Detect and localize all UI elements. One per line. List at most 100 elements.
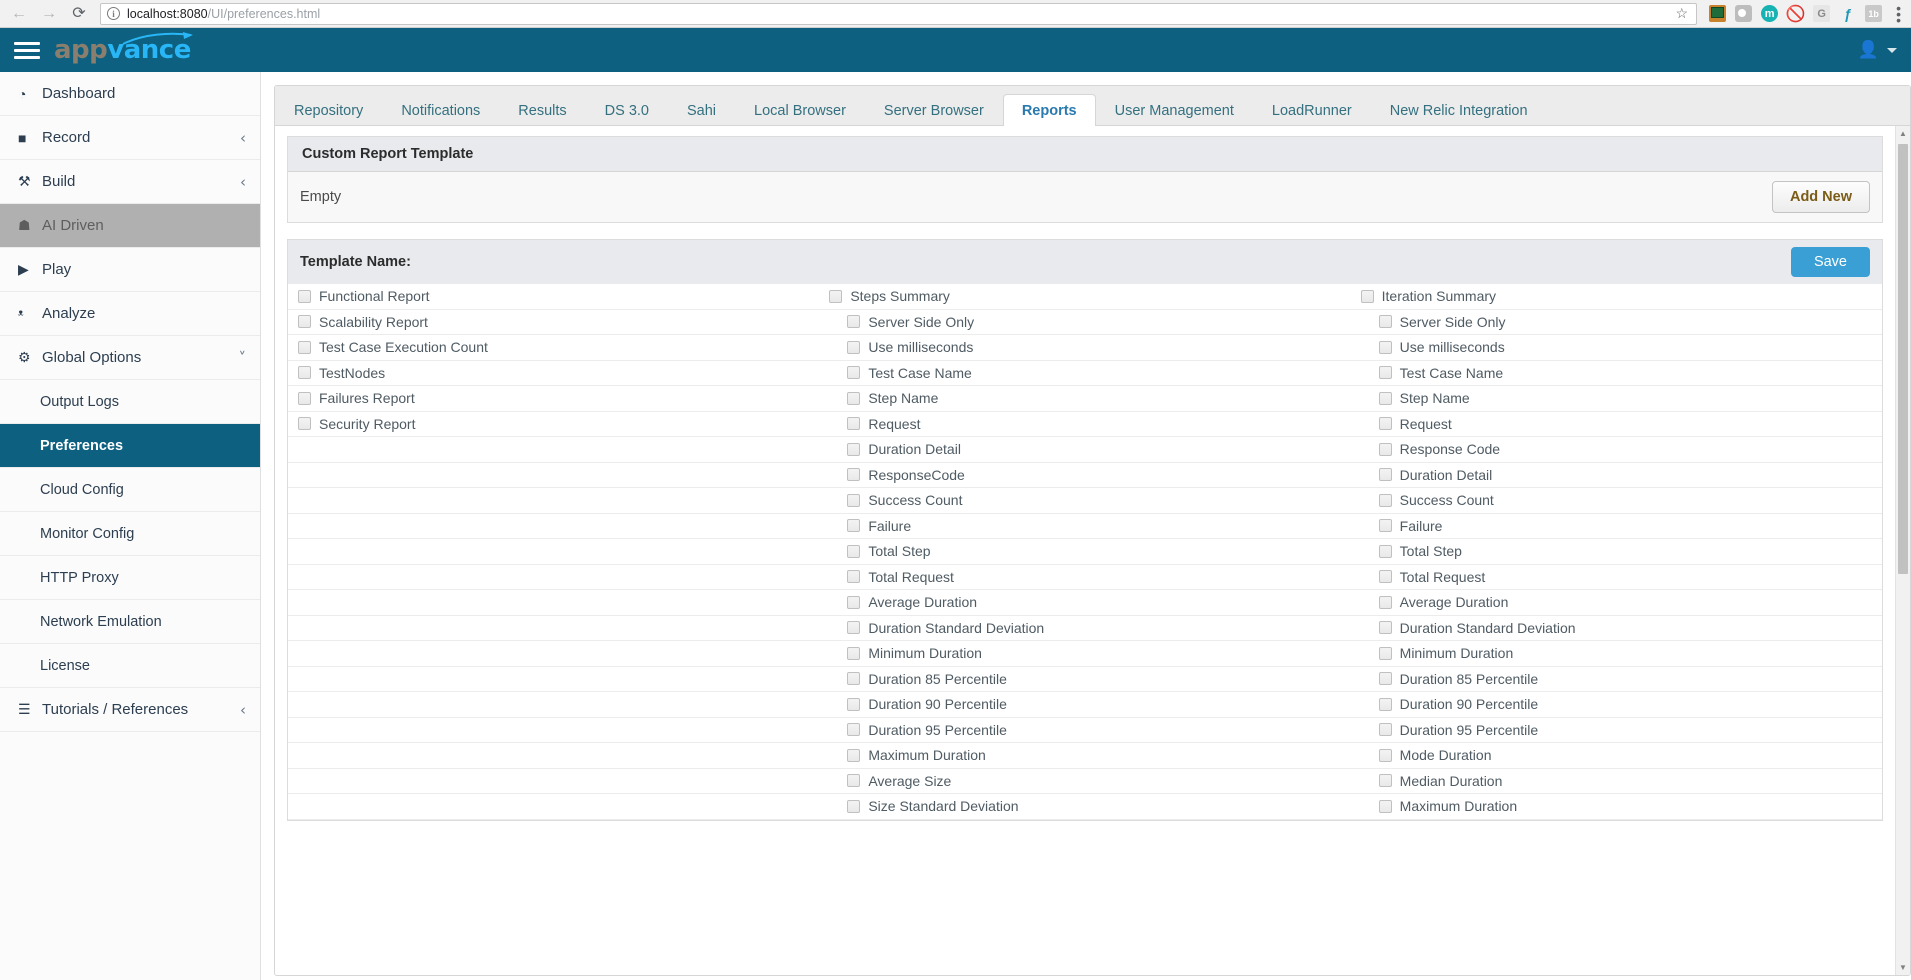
no-smoking-extension-icon[interactable]: 🚫 xyxy=(1786,5,1806,23)
checkbox-row[interactable]: Use milliseconds xyxy=(1350,335,1882,361)
checkbox-row[interactable]: Median Duration xyxy=(1350,769,1882,794)
checkbox-icon[interactable] xyxy=(1378,799,1392,813)
sidebar-item-license[interactable]: License xyxy=(0,644,260,688)
tab-sahi[interactable]: Sahi xyxy=(668,94,735,126)
checkbox-row[interactable]: Duration 90 Percentile xyxy=(819,692,1351,718)
checkbox-icon[interactable] xyxy=(829,289,843,303)
onetab-extension-icon[interactable]: 1b xyxy=(1865,5,1883,22)
checkbox-row[interactable]: Test Case Name xyxy=(819,361,1351,386)
tab-results[interactable]: Results xyxy=(499,94,585,126)
checkbox-icon[interactable] xyxy=(298,417,311,431)
scrollbar-thumb[interactable] xyxy=(1898,144,1908,574)
checkbox-row[interactable]: Request xyxy=(1350,412,1882,437)
checkbox-icon[interactable] xyxy=(1378,391,1392,405)
checkbox-row[interactable]: Test Case Execution Count xyxy=(288,335,820,361)
checkbox-row[interactable]: Step Name xyxy=(1350,386,1882,412)
checkbox-icon[interactable] xyxy=(298,340,311,354)
checkbox-icon[interactable] xyxy=(1378,315,1392,329)
scroll-down-arrow-icon[interactable]: ▼ xyxy=(1896,960,1910,975)
sidebar-item-record[interactable]: ■ Record ‹ xyxy=(0,116,260,160)
sidebar-item-preferences[interactable]: Preferences xyxy=(0,424,260,468)
checkbox-row[interactable]: Functional Report xyxy=(288,284,820,310)
tab-new-relic-integration[interactable]: New Relic Integration xyxy=(1371,94,1547,126)
checkbox-icon[interactable] xyxy=(847,468,861,482)
checkbox-row[interactable]: Mode Duration xyxy=(1350,743,1882,769)
sidebar-item-cloud-config[interactable]: Cloud Config xyxy=(0,468,260,512)
sidebar-item-global-options[interactable]: ⚙ Global Options ˅ xyxy=(0,336,260,380)
checkbox-icon[interactable] xyxy=(847,595,861,609)
content-vertical-scrollbar[interactable]: ▲ ▼ xyxy=(1895,126,1910,975)
checkbox-row[interactable]: Minimum Duration xyxy=(819,641,1351,667)
checkbox-row[interactable]: Duration 95 Percentile xyxy=(1350,718,1882,743)
tab-server-browser[interactable]: Server Browser xyxy=(865,94,1003,126)
checkbox-icon[interactable] xyxy=(847,519,861,533)
checkbox-row[interactable]: Maximum Duration xyxy=(819,743,1351,769)
back-arrow-icon[interactable]: ← xyxy=(6,3,32,25)
star-icon[interactable]: ☆ xyxy=(1676,5,1691,22)
checkbox-icon[interactable] xyxy=(1378,493,1392,507)
info-icon[interactable]: i xyxy=(107,7,120,20)
sidebar-item-monitor-config[interactable]: Monitor Config xyxy=(0,512,260,556)
checkbox-icon[interactable] xyxy=(847,672,861,686)
tab-reports[interactable]: Reports xyxy=(1002,94,1096,126)
checkbox-icon[interactable] xyxy=(1378,621,1392,635)
checkbox-row[interactable]: Failure xyxy=(1350,514,1882,539)
checkbox-row[interactable]: Total Request xyxy=(1350,565,1882,590)
tab-ds-3-0[interactable]: DS 3.0 xyxy=(586,94,668,126)
checkbox-icon[interactable] xyxy=(847,748,861,762)
checkbox-icon[interactable] xyxy=(1378,774,1392,788)
checkbox-icon[interactable] xyxy=(847,340,861,354)
checkbox-row[interactable]: Duration 85 Percentile xyxy=(819,667,1351,692)
checkbox-row[interactable]: Use milliseconds xyxy=(819,335,1351,361)
checkbox-icon[interactable] xyxy=(298,315,311,329)
checkbox-row[interactable]: Request xyxy=(819,412,1351,437)
checkbox-row[interactable]: Success Count xyxy=(819,488,1351,514)
checkbox-icon[interactable] xyxy=(847,621,861,635)
tab-repository[interactable]: Repository xyxy=(275,94,382,126)
checkbox-icon[interactable] xyxy=(298,366,311,380)
forward-arrow-icon[interactable]: → xyxy=(36,3,62,25)
sidebar-item-http-proxy[interactable]: HTTP Proxy xyxy=(0,556,260,600)
checkbox-row[interactable]: Iteration Summary xyxy=(1350,284,1882,310)
checkbox-row[interactable]: Maximum Duration xyxy=(1350,794,1882,820)
checkbox-icon[interactable] xyxy=(1378,468,1392,482)
checkbox-icon[interactable] xyxy=(1378,697,1392,711)
sidebar-item-tutorials-references[interactable]: ☰ Tutorials / References ‹ xyxy=(0,688,260,732)
address-bar[interactable]: i localhost:8080/UI/preferences.html ☆ xyxy=(100,2,1698,25)
kebab-menu-icon[interactable]: • • • xyxy=(1892,1,1905,27)
checkbox-row[interactable]: Step Name xyxy=(819,386,1351,412)
checkbox-row[interactable]: Steps Summary xyxy=(819,284,1351,310)
save-button[interactable]: Save xyxy=(1790,247,1870,277)
checkbox-row[interactable]: Size Standard Deviation xyxy=(819,794,1351,820)
checkbox-icon[interactable] xyxy=(847,391,861,405)
checkbox-row[interactable]: Server Side Only xyxy=(819,310,1351,335)
checkbox-icon[interactable] xyxy=(1378,748,1392,762)
checkbox-icon[interactable] xyxy=(1378,442,1392,456)
momentum-extension-icon[interactable]: m xyxy=(1761,5,1779,22)
tab-notifications[interactable]: Notifications xyxy=(382,94,499,126)
checkbox-row[interactable]: Scalability Report xyxy=(288,310,820,335)
tab-user-management[interactable]: User Management xyxy=(1096,94,1253,126)
checkbox-icon[interactable] xyxy=(847,799,861,813)
checkbox-row[interactable]: Duration 85 Percentile xyxy=(1350,667,1882,692)
checkbox-icon[interactable] xyxy=(847,315,861,329)
checkbox-row[interactable]: Duration Standard Deviation xyxy=(819,616,1351,641)
checkbox-icon[interactable] xyxy=(1378,544,1392,558)
tab-loadrunner[interactable]: LoadRunner xyxy=(1253,94,1371,126)
checkbox-row[interactable]: Security Report xyxy=(288,412,820,437)
checkbox-row[interactable]: Server Side Only xyxy=(1350,310,1882,335)
checkbox-icon[interactable] xyxy=(1378,340,1392,354)
checkbox-icon[interactable] xyxy=(847,697,861,711)
checkbox-row[interactable]: Average Duration xyxy=(819,590,1351,616)
sidebar-item-network-emulation[interactable]: Network Emulation xyxy=(0,600,260,644)
checkbox-icon[interactable] xyxy=(1378,723,1392,737)
checkbox-row[interactable]: Average Duration xyxy=(1350,590,1882,616)
checkbox-row[interactable]: Duration Standard Deviation xyxy=(1350,616,1882,641)
checkbox-icon[interactable] xyxy=(847,493,861,507)
checkbox-icon[interactable] xyxy=(1378,646,1392,660)
checkbox-icon[interactable] xyxy=(1378,595,1392,609)
checkbox-icon[interactable] xyxy=(847,723,861,737)
checkbox-row[interactable]: Average Size xyxy=(819,769,1351,794)
checkbox-icon[interactable] xyxy=(1378,366,1392,380)
checkbox-icon[interactable] xyxy=(847,544,861,558)
